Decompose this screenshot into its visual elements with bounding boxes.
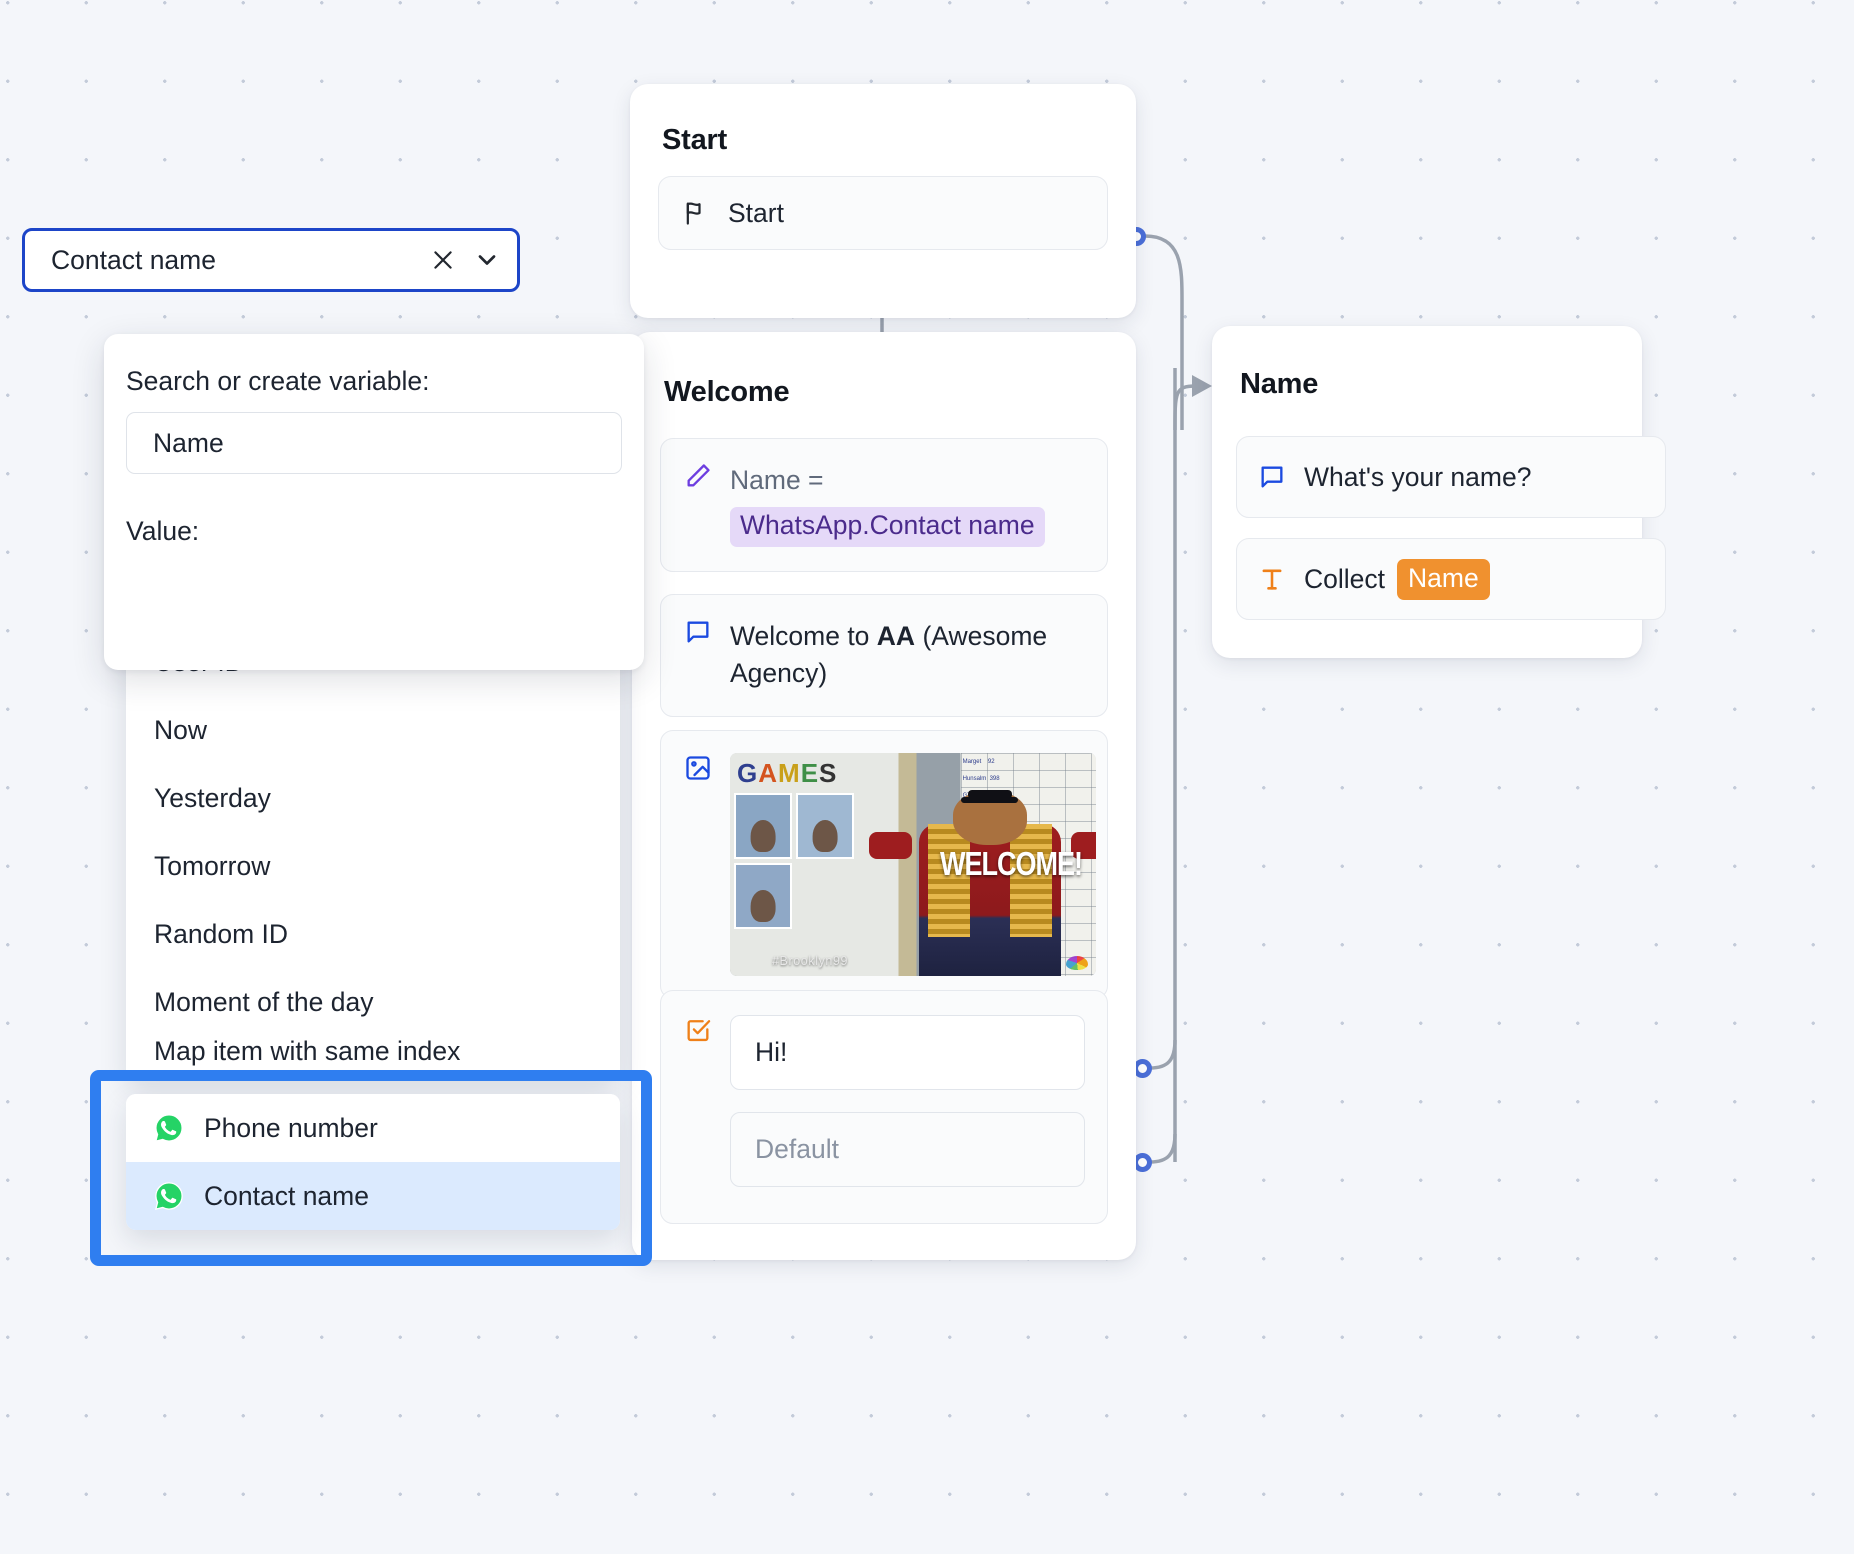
node-name[interactable]: Name What's your name? Collect Name	[1212, 326, 1666, 658]
welcome-image-block[interactable]: Marget 92 Hunsalm 398 GTA 643 BadMan 103…	[660, 730, 1108, 999]
chevron-down-icon[interactable]	[465, 246, 509, 274]
gif-watermark: #Brooklyn99	[772, 954, 849, 968]
image-icon	[683, 753, 713, 783]
welcome-button-default[interactable]: Default	[730, 1112, 1085, 1187]
search-variable-input[interactable]	[126, 412, 622, 474]
value-select-combobox[interactable]: Contact name	[22, 228, 520, 292]
welcome-message-prefix: Welcome to	[730, 621, 877, 651]
welcome-gif-preview[interactable]: Marget 92 Hunsalm 398 GTA 643 BadMan 103…	[730, 753, 1096, 976]
welcome-set-variable-block[interactable]: Name = WhatsApp.Contact name	[660, 438, 1108, 572]
name-collect-block[interactable]: Collect Name	[1236, 538, 1666, 620]
dropdown-option-label: Contact name	[204, 1180, 369, 1211]
welcome-set-variable-content: Name = WhatsApp.Contact name	[730, 461, 1045, 547]
dropdown-option-label: Now	[154, 714, 208, 745]
dropdown-option-yesterday[interactable]: Yesterday	[126, 764, 620, 832]
pencil-icon	[683, 461, 713, 491]
whatsapp-icon	[154, 1113, 184, 1143]
value-dropdown-whatsapp-group[interactable]: Phone number Contact name	[126, 1094, 620, 1230]
chat-bubble-icon	[1257, 462, 1287, 492]
flag-icon	[681, 198, 711, 228]
welcome-variable-name: Name =	[730, 465, 824, 495]
welcome-message-block[interactable]: Welcome to AA (Awesome Agency)	[660, 594, 1108, 718]
checkbox-icon	[683, 1015, 713, 1045]
search-variable-label: Search or create variable:	[126, 366, 430, 396]
node-name-title: Name	[1240, 368, 1319, 400]
name-question-text: What's your name?	[1304, 461, 1532, 492]
welcome-message-bold: AA	[876, 621, 916, 651]
chat-bubble-icon	[683, 617, 713, 647]
dropdown-option-label: Tomorrow	[154, 850, 271, 881]
name-question-block[interactable]: What's your name?	[1236, 436, 1666, 518]
dropdown-option-moment-of-the-day[interactable]: Moment of the day	[126, 968, 620, 1036]
dropdown-option-contact-name[interactable]: Contact name	[126, 1162, 620, 1230]
dropdown-option-label: Map item with same index	[154, 1036, 461, 1066]
welcome-buttons-block[interactable]: Hi! Default	[660, 990, 1108, 1224]
start-block-label: Start	[728, 197, 784, 228]
welcome-button-hi[interactable]: Hi!	[730, 1015, 1085, 1090]
node-welcome[interactable]: Welcome Name = WhatsApp.Contact name Wel…	[632, 332, 1136, 1260]
text-input-icon	[1257, 564, 1287, 594]
flow-canvas[interactable]: Start Start Welcome Name = WhatsApp.Cont…	[0, 0, 1854, 1554]
dropdown-option-map-item-with-same-index[interactable]: Map item with same index	[126, 1036, 620, 1080]
whatsapp-icon	[154, 1181, 184, 1211]
dropdown-option-label: Random ID	[154, 918, 289, 949]
value-dropdown-list[interactable]: User ID Now Yesterday Tomorrow Random ID…	[126, 628, 620, 1080]
dropdown-option-phone-number[interactable]: Phone number	[126, 1094, 620, 1162]
value-select-selected-text: Contact name	[51, 244, 216, 275]
node-welcome-title: Welcome	[664, 376, 790, 408]
variable-editor-popover[interactable]: Search or create variable: Value:	[104, 334, 644, 670]
dropdown-option-tomorrow[interactable]: Tomorrow	[126, 832, 620, 900]
dropdown-option-label: Phone number	[204, 1112, 378, 1143]
name-collect-label: Collect	[1304, 563, 1386, 594]
node-start[interactable]: Start Start	[630, 84, 1136, 318]
nbc-logo-icon	[1066, 956, 1088, 970]
dropdown-option-label: Yesterday	[154, 782, 271, 813]
gif-board-label: GAMES	[737, 758, 838, 788]
name-collect-chip: Name	[1397, 558, 1490, 601]
gif-welcome-caption: WELCOME!	[940, 845, 1083, 883]
close-icon[interactable]	[421, 247, 465, 273]
welcome-variable-value-chip: WhatsApp.Contact name	[730, 507, 1045, 547]
welcome-message-text: Welcome to AA (Awesome Agency)	[730, 617, 1085, 692]
name-collect-content: Collect Name	[1304, 558, 1490, 601]
dropdown-option-label: Moment of the day	[154, 986, 374, 1017]
value-label: Value:	[126, 516, 200, 546]
node-start-title: Start	[662, 124, 728, 156]
start-block[interactable]: Start	[658, 176, 1108, 250]
dropdown-option-now[interactable]: Now	[126, 696, 620, 764]
dropdown-option-random-id[interactable]: Random ID	[126, 900, 620, 968]
